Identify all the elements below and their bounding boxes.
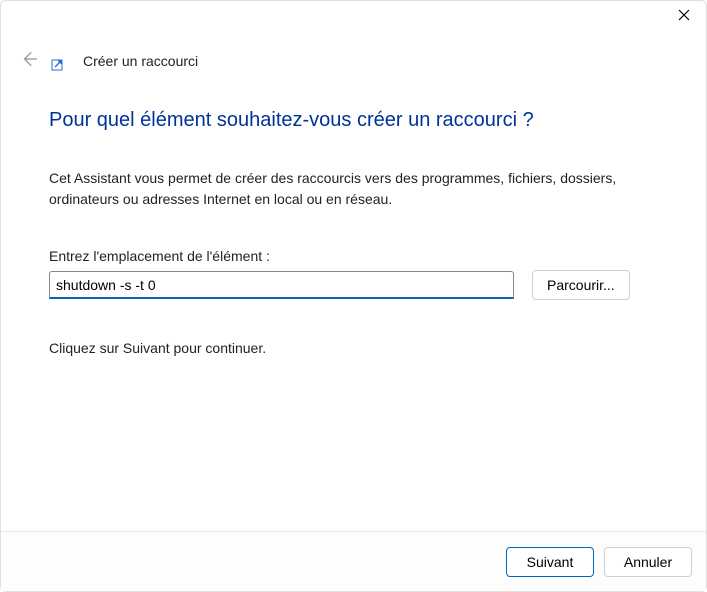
footer: Suivant Annuler: [1, 531, 706, 591]
close-button[interactable]: [676, 9, 692, 25]
next-button[interactable]: Suivant: [506, 547, 594, 577]
content-area: Pour quel élément souhaitez-vous créer u…: [1, 71, 706, 531]
continue-hint: Cliquez sur Suivant pour continuer.: [49, 340, 658, 356]
wizard-title: Créer un raccourci: [83, 53, 198, 69]
close-icon: [678, 8, 690, 26]
shortcut-icon: [51, 57, 65, 71]
page-heading: Pour quel élément souhaitez-vous créer u…: [49, 109, 658, 132]
page-description: Cet Assistant vous permet de créer des r…: [49, 168, 629, 210]
back-arrow-icon: [20, 50, 38, 73]
cancel-button[interactable]: Annuler: [604, 547, 692, 577]
input-row: Parcourir...: [49, 270, 658, 300]
create-shortcut-wizard: Créer un raccourci Pour quel élément sou…: [0, 0, 707, 592]
back-button[interactable]: [19, 51, 39, 71]
header-row: Créer un raccourci: [1, 33, 706, 71]
titlebar: [1, 1, 706, 33]
location-input[interactable]: [49, 271, 514, 299]
browse-button[interactable]: Parcourir...: [532, 270, 630, 300]
location-label: Entrez l'emplacement de l'élément :: [49, 248, 658, 264]
